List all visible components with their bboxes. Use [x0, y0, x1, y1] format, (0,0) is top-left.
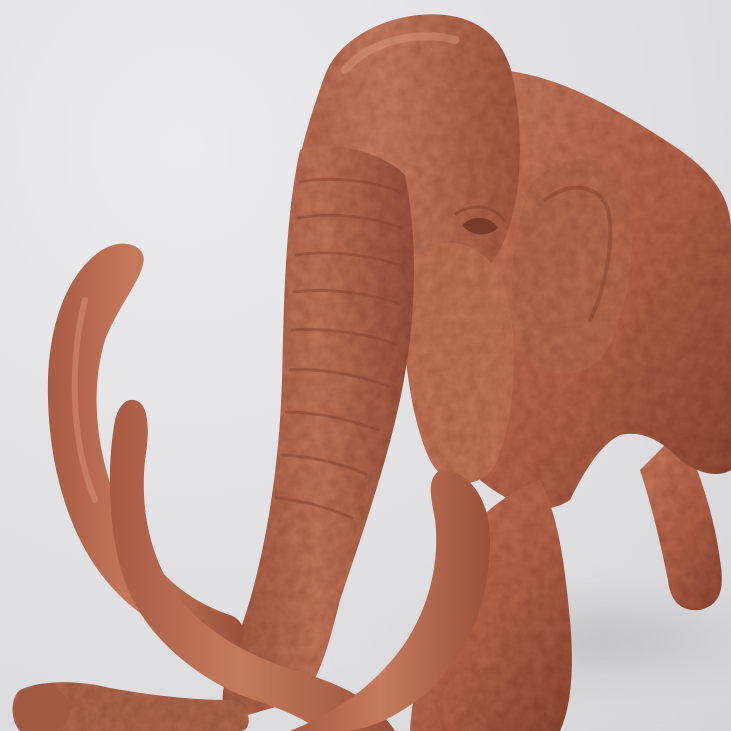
mammoth-figurine — [12, 14, 731, 731]
cheek-fur — [403, 243, 514, 484]
render-viewport — [0, 0, 731, 731]
